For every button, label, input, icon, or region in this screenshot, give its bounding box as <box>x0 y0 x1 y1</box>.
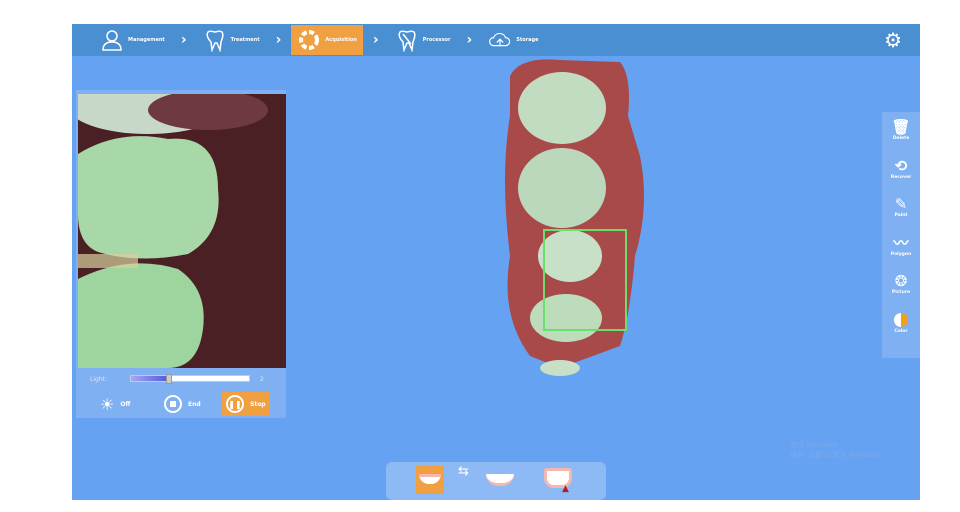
tool-label: Recover <box>890 174 912 180</box>
aperture-icon: ❂ <box>894 272 908 290</box>
chevron-right-icon: › <box>466 32 473 48</box>
intraoral-camera-image <box>78 94 286 368</box>
windows-activation-watermark: 激活 Windows 转到“设置”以激活 Windows。 <box>790 440 887 460</box>
step-acquisition[interactable]: Acquisition <box>291 25 363 55</box>
workflow-header: Management › Treatment › Acquisition › P… <box>72 24 920 56</box>
light-off-button[interactable]: ☀ Off <box>96 392 134 416</box>
off-label: Off <box>120 400 131 408</box>
jaw-selector-bar: ⇆ ▲ <box>386 462 606 500</box>
swap-icon[interactable]: ⇆ <box>458 464 469 479</box>
stop-square-icon <box>164 395 182 413</box>
warning-icon: ▲ <box>562 484 569 494</box>
stop-label: Stop <box>250 400 266 408</box>
user-icon <box>102 30 122 51</box>
pause-icon: ❚❚ <box>226 395 244 413</box>
step-label: Treatment <box>230 37 260 43</box>
chevron-right-icon: › <box>372 32 379 48</box>
tool-recover[interactable]: ⟲ Recover <box>891 157 911 196</box>
color-icon <box>894 312 908 327</box>
step-label: Processor <box>422 37 451 43</box>
tool-polygon[interactable]: 〰 Polygon <box>891 234 911 273</box>
tool-paint[interactable]: ✎ Paint <box>894 195 907 234</box>
watermark-line: 转到“设置”以激活 Windows。 <box>790 451 887 459</box>
lower-jaw-button[interactable] <box>486 474 514 486</box>
camera-controls: Light: 2 ☀ Off End ❚❚ Stop <box>76 368 286 418</box>
acquisition-ring-icon <box>299 30 320 50</box>
gear-icon[interactable]: ⚙ <box>884 28 902 52</box>
tool-label: Delete <box>892 136 910 141</box>
tool-delete[interactable]: 🗑 Delete <box>891 118 910 157</box>
tool-color[interactable]: Color <box>894 311 908 350</box>
upper-jaw-button[interactable] <box>416 466 444 494</box>
brush-icon: ✎ <box>894 195 908 213</box>
step-label: Storage <box>516 37 539 43</box>
recover-icon: ⟲ <box>894 156 908 175</box>
tool-picture[interactable]: ❂ Picture <box>892 272 910 311</box>
3d-scan-model <box>505 59 644 376</box>
step-label: Management <box>128 37 165 43</box>
step-label: Acquisition <box>325 37 357 43</box>
light-slider[interactable] <box>130 374 250 384</box>
light-label: Light: <box>90 376 107 383</box>
tooth-tool-icon <box>398 30 416 52</box>
scanner-app: Management › Treatment › Acquisition › P… <box>72 24 920 500</box>
tool-label: Paint <box>894 213 908 218</box>
tool-label: Polygon <box>890 251 912 257</box>
stop-button[interactable]: ❚❚ Stop <box>222 392 270 416</box>
light-value: 2 <box>260 376 264 383</box>
slider-handle[interactable] <box>166 374 173 384</box>
step-treatment[interactable]: Treatment <box>197 25 266 55</box>
camera-preview-panel: Light: 2 ☀ Off End ❚❚ Stop <box>76 90 286 418</box>
end-label: End <box>188 400 201 408</box>
bulb-icon: ☀ <box>100 394 115 414</box>
end-button[interactable]: End <box>160 392 205 416</box>
tool-label: Color <box>894 328 908 334</box>
trash-icon: 🗑 <box>891 118 911 136</box>
step-processor[interactable]: Processor <box>389 25 457 55</box>
chevron-right-icon: › <box>180 32 187 48</box>
cloud-upload-icon <box>489 32 511 47</box>
step-storage[interactable]: Storage <box>482 25 544 55</box>
tooth-icon <box>206 30 224 52</box>
chevron-right-icon: › <box>275 32 282 48</box>
step-management[interactable]: Management <box>94 25 171 55</box>
polygon-icon: 〰 <box>893 233 909 252</box>
tool-label: Picture <box>891 290 911 295</box>
tool-panel: 🗑 Delete ⟲ Recover ✎ Paint 〰 Polygon ❂ Pictur… <box>882 112 920 358</box>
watermark-line: 激活 Windows <box>790 441 838 449</box>
